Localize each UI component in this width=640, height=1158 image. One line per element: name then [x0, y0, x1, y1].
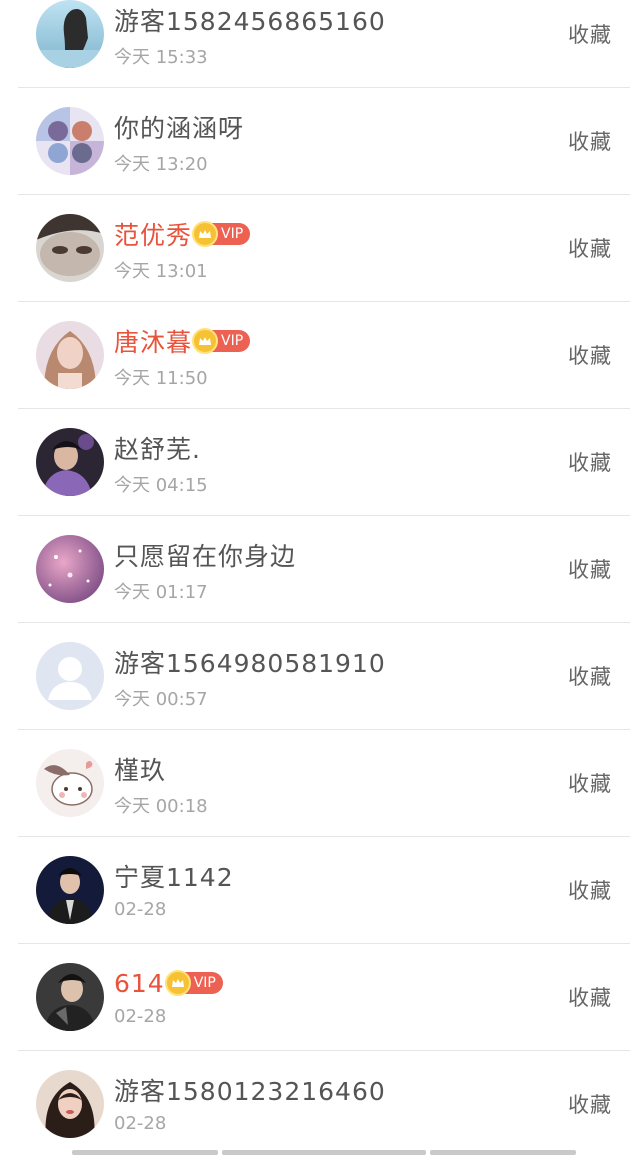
visitor-list: 游客1582456865160 今天 15:33 收藏 你的涵涵呀 今天 13:… [0, 0, 640, 1158]
visit-time: 今天 15:33 [114, 47, 208, 68]
collect-button[interactable]: 收藏 [568, 19, 612, 49]
avatar[interactable] [36, 749, 104, 817]
avatar[interactable] [36, 321, 104, 389]
collect-button[interactable]: 收藏 [568, 982, 612, 1012]
list-item[interactable]: 你的涵涵呀 今天 13:20 收藏 [18, 88, 630, 195]
collect-button[interactable]: 收藏 [568, 233, 612, 263]
crown-icon [192, 328, 219, 354]
default-avatar-icon[interactable] [36, 642, 104, 710]
vip-badge: VIP [192, 328, 251, 354]
avatar[interactable] [36, 214, 104, 282]
list-item[interactable]: 游客1580123216460 02-28 收藏 [18, 1051, 630, 1158]
user-name: 你的涵涵呀 [114, 114, 245, 143]
collect-button[interactable]: 收藏 [568, 447, 612, 477]
list-item[interactable]: 赵舒芜. 今天 04:15 收藏 [18, 409, 630, 516]
crown-icon [192, 221, 219, 247]
visit-time: 今天 04:15 [114, 475, 208, 496]
visit-time: 今天 13:01 [114, 261, 208, 282]
user-name: 只愿留在你身边 [114, 542, 297, 571]
bottom-tab-edge [222, 1150, 426, 1155]
visit-time: 今天 01:17 [114, 582, 208, 603]
visit-time: 今天 11:50 [114, 368, 208, 389]
visit-time: 02-28 [114, 1113, 167, 1134]
collect-button[interactable]: 收藏 [568, 875, 612, 905]
collect-button[interactable]: 收藏 [568, 1089, 612, 1119]
collect-button[interactable]: 收藏 [568, 554, 612, 584]
list-item[interactable]: 宁夏1142 02-28 收藏 [18, 837, 630, 944]
visit-time: 02-28 [114, 1006, 167, 1027]
collect-button[interactable]: 收藏 [568, 126, 612, 156]
avatar[interactable] [36, 535, 104, 603]
avatar[interactable] [36, 1070, 104, 1138]
list-item[interactable]: 范优秀 VIP 今天 13:01 收藏 [18, 195, 630, 302]
avatar[interactable] [36, 107, 104, 175]
user-name: 赵舒芜. [114, 435, 201, 464]
visit-time: 今天 13:20 [114, 154, 208, 175]
visit-time: 今天 00:57 [114, 689, 208, 710]
avatar[interactable] [36, 963, 104, 1031]
user-name: 游客1564980581910 [114, 649, 386, 678]
vip-badge: VIP [164, 970, 223, 996]
list-item[interactable]: 游客1582456865160 今天 15:33 收藏 [18, 0, 630, 88]
list-item[interactable]: 唐沐暮 VIP 今天 11:50 收藏 [18, 302, 630, 409]
user-name: 宁夏1142 [114, 863, 234, 892]
crown-icon [164, 970, 191, 996]
avatar[interactable] [36, 856, 104, 924]
user-name: 槿玖 [114, 756, 167, 785]
avatar[interactable] [36, 428, 104, 496]
bottom-tab-edge [72, 1150, 218, 1155]
user-name: 范优秀 [114, 221, 193, 250]
user-name: 游客1582456865160 [114, 7, 386, 36]
list-item[interactable]: 游客1564980581910 今天 00:57 收藏 [18, 623, 630, 730]
user-name: 唐沐暮 [114, 328, 193, 357]
visit-time: 02-28 [114, 899, 167, 920]
visit-time: 今天 00:18 [114, 796, 208, 817]
vip-badge: VIP [192, 221, 251, 247]
list-item[interactable]: 只愿留在你身边 今天 01:17 收藏 [18, 516, 630, 623]
user-name: 614 [114, 968, 165, 998]
bottom-tab-edge [430, 1150, 576, 1155]
collect-button[interactable]: 收藏 [568, 768, 612, 798]
list-item[interactable]: 槿玖 今天 00:18 收藏 [18, 730, 630, 837]
collect-button[interactable]: 收藏 [568, 340, 612, 370]
list-item[interactable]: 614 VIP 02-28 收藏 [18, 944, 630, 1051]
avatar[interactable] [36, 0, 104, 68]
collect-button[interactable]: 收藏 [568, 661, 612, 691]
user-name: 游客1580123216460 [114, 1077, 386, 1106]
